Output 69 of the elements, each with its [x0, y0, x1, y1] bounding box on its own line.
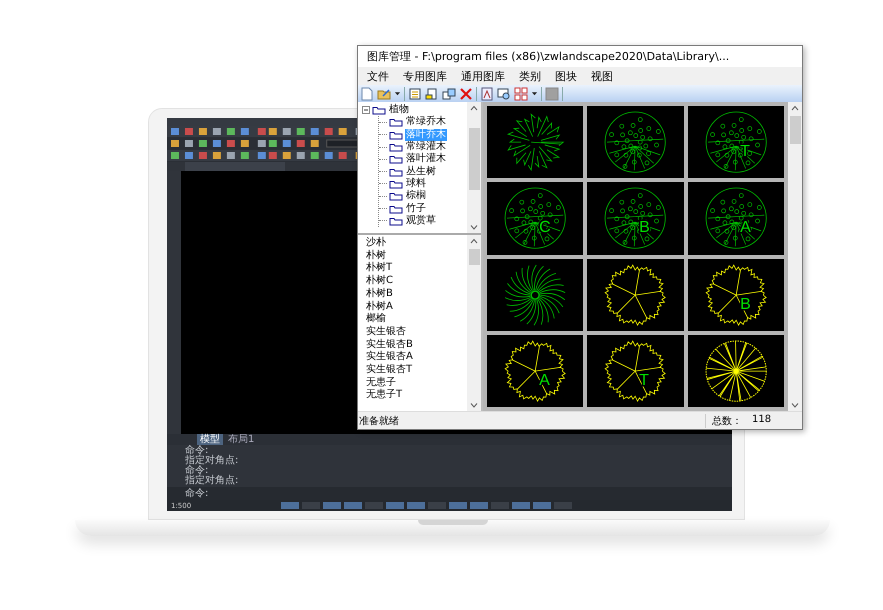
tree-item[interactable]: 观赏草 [405, 214, 437, 227]
laptop-notch [418, 520, 488, 525]
folder-icon [389, 166, 403, 177]
list-item[interactable]: 实生银杏A [366, 351, 467, 364]
command-history-line: 命令: [185, 446, 208, 456]
scroll-thumb[interactable] [790, 116, 800, 144]
scroll-thumb[interactable] [468, 128, 480, 190]
folder-icon [389, 216, 403, 226]
scroll-thumb[interactable] [468, 249, 480, 265]
grid-view-icon[interactable] [514, 86, 528, 100]
menu-item[interactable]: 通用图库 [454, 68, 512, 84]
caret-icon[interactable] [394, 90, 401, 97]
scrollbar[interactable] [788, 102, 802, 411]
caret-icon[interactable] [531, 90, 538, 97]
folder-icon [389, 142, 403, 152]
menu-item[interactable]: 类别 [512, 68, 548, 84]
tree-symbol-drawing[interactable]: A [487, 334, 584, 407]
folder-icon[interactable] [377, 86, 391, 100]
layout-tab[interactable]: 模型 [197, 434, 223, 445]
list-item[interactable]: 无患子T [366, 389, 467, 402]
count-label: 总数： [712, 414, 742, 428]
list-item[interactable]: 榔榆 [366, 313, 467, 326]
delete-icon[interactable] [459, 86, 473, 100]
layout-tab[interactable]: 布局1 [225, 434, 258, 445]
document-icon[interactable] [425, 86, 439, 100]
folder-icon [389, 154, 403, 164]
tree-item[interactable]: 球料 [405, 178, 427, 190]
tree-item[interactable]: 棕榈 [405, 190, 427, 202]
folder-icon [389, 191, 403, 202]
folder-icon [389, 178, 403, 189]
scrollbar[interactable] [467, 102, 481, 233]
window-title: 图库管理 - F:\program files (x86)\zwlandscape2020\Data\Library\... [367, 49, 730, 64]
status-text: 准备就绪 [358, 414, 400, 428]
tree-item[interactable]: 常绿灌木 [405, 141, 447, 154]
symbol-label: T [640, 370, 650, 389]
tree-item[interactable]: 常绿乔木 [405, 116, 447, 128]
menu-item[interactable]: 专用图库 [396, 68, 454, 84]
tree-item[interactable]: 落叶灌木 [405, 153, 447, 166]
list-item[interactable]: 实生银杏T [366, 364, 467, 377]
tree-item[interactable]: 丛生树 [405, 166, 437, 178]
list-item[interactable]: 无患子 [366, 376, 467, 390]
symbol-label: B [740, 294, 751, 313]
list-item[interactable]: 沙朴 [366, 237, 467, 250]
count-value: 118 [752, 414, 772, 426]
list-item[interactable]: 朴树 [366, 250, 467, 262]
command-history-line: 指定对角点: [185, 456, 240, 466]
menu-item[interactable]: 图块 [548, 68, 584, 84]
list-item[interactable]: 朴树A [366, 300, 467, 314]
tree-symbol-drawing[interactable]: T [587, 334, 684, 407]
list-item[interactable]: 朴树B [366, 288, 467, 301]
collapse-icon[interactable] [362, 106, 370, 114]
tree-item[interactable]: 植物 [388, 104, 410, 116]
scrollbar[interactable] [467, 235, 481, 411]
list-item[interactable]: 实生银杏 [366, 326, 467, 339]
menu-item[interactable]: 文件 [360, 68, 396, 84]
list-item[interactable]: 实生银杏B [366, 338, 467, 352]
list-icon[interactable] [408, 86, 422, 100]
tree-symbol-drawing[interactable]: B [688, 258, 784, 331]
menu-item[interactable]: 视图 [584, 68, 620, 84]
list-item[interactable]: 朴树T [366, 262, 467, 276]
list-item[interactable]: 朴树C [366, 275, 467, 288]
command-history-line: 指定对角点: [185, 476, 240, 486]
folder-icon [389, 204, 403, 214]
color-swatch-icon[interactable] [545, 86, 559, 100]
folder-icon [372, 105, 386, 116]
symbol-label: A [539, 370, 550, 389]
tree-item[interactable]: 竹子 [405, 202, 427, 215]
command-history-line: 命令: [185, 466, 208, 476]
copy-icon[interactable] [442, 86, 456, 100]
